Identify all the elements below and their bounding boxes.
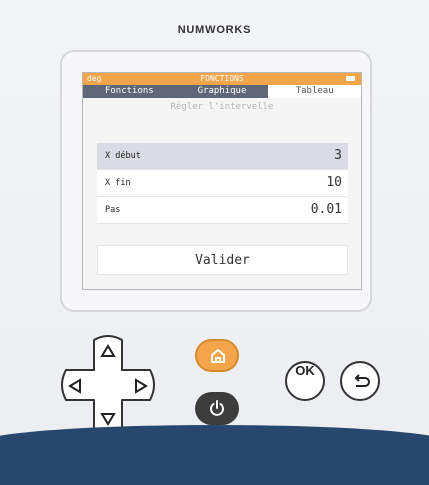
tab-bar: Fonctions Graphique Tableau (83, 85, 361, 98)
footer-band (0, 425, 429, 485)
row-value[interactable]: 0.01 (311, 202, 342, 217)
brand-label: NUMWORKS (177, 24, 252, 36)
status-bar: deg FONCTIONS (83, 73, 361, 85)
dpad (58, 330, 158, 440)
home-button[interactable] (195, 339, 239, 372)
tab-graphique[interactable]: Graphique (175, 85, 269, 98)
calculator-screen: deg FONCTIONS Fonctions Graphique Tablea… (82, 72, 362, 290)
validate-button[interactable]: Valider (97, 245, 348, 275)
back-icon (354, 374, 370, 387)
tab-fonctions[interactable]: Fonctions (83, 85, 176, 98)
power-icon (210, 400, 224, 416)
table-row-x-debut[interactable]: X début 3 (97, 143, 348, 170)
row-value[interactable]: 3 (334, 148, 342, 163)
battery-icon (346, 76, 355, 81)
arrow-down-icon[interactable] (100, 412, 116, 426)
ok-button[interactable]: OK (285, 361, 325, 401)
row-label: X fin (105, 178, 131, 188)
tab-tableau[interactable]: Tableau (268, 85, 361, 98)
row-value[interactable]: 10 (326, 175, 342, 190)
row-label: X début (105, 151, 141, 161)
parameter-table: X début 3 X fin 10 Pas 0.01 (97, 143, 348, 224)
calculator-device: NUMWORKS deg FONCTIONS Fonctions Graphiq… (0, 0, 429, 485)
table-row-x-fin[interactable]: X fin 10 (97, 170, 348, 197)
power-button[interactable] (195, 392, 239, 425)
arrow-right-icon[interactable] (134, 378, 148, 394)
arrow-left-icon[interactable] (68, 378, 82, 394)
scrollbar[interactable] (361, 145, 362, 282)
table-row-pas[interactable]: Pas 0.01 (97, 197, 348, 224)
arrow-up-icon[interactable] (100, 344, 116, 358)
row-label: Pas (105, 205, 121, 215)
interval-header: Régler l'intervelle (170, 102, 274, 112)
home-icon (211, 349, 225, 363)
back-button[interactable] (340, 361, 380, 401)
app-title: FONCTIONS (200, 74, 244, 83)
